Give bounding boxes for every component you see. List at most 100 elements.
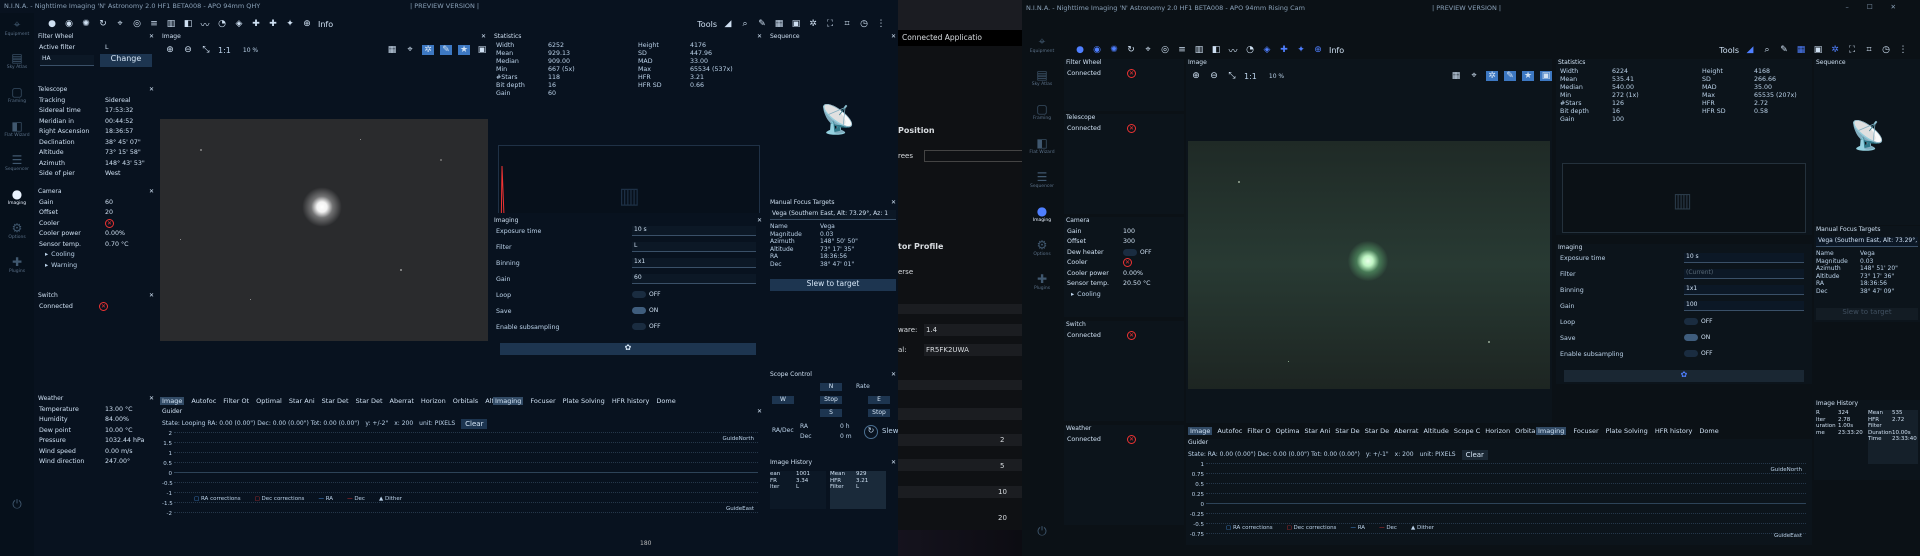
history-thumb-2[interactable]: Mean 535 HFR 2.72 Filter Duration 10.00s Ti… [1868,410,1918,464]
nav-imaging[interactable]: ● Imaging [0,183,34,217]
subsampling-toggle[interactable]: OFF [1684,350,1713,357]
zoom-out-icon[interactable]: ⊖ [182,45,194,55]
wand-icon[interactable]: ✎ [1504,71,1516,81]
nav-options[interactable]: ⚙ Options [1022,234,1062,268]
flat-icon[interactable]: ◧ [182,19,194,29]
slew-button[interactable]: Slew [882,427,898,435]
crop-icon[interactable]: ⛶ [824,19,836,29]
clear-button[interactable]: Clear [461,418,488,429]
safety-icon[interactable]: ◈ [1261,45,1273,55]
crosshair-icon[interactable]: ⌖ [1468,71,1480,81]
camera-icon[interactable]: ● [46,19,58,29]
image-canvas[interactable] [160,119,488,341]
more-icon[interactable]: ⋮ [875,19,887,29]
target-icon[interactable]: ▣ [1812,45,1824,55]
save-toggle[interactable]: ON [632,307,658,314]
tab-autofocus[interactable]: Autofoc [1217,427,1242,435]
grid-icon[interactable]: ▦ [386,45,398,55]
crop-icon[interactable]: ⛶ [1846,45,1858,55]
nav-framing[interactable]: ▢ Framing [1022,98,1062,132]
zoom-in-icon[interactable]: ⊕ [1190,71,1202,81]
close-icon[interactable]: ✕ [149,86,154,93]
filter-dropdown[interactable]: (Current) [1684,269,1804,279]
tab-image[interactable]: Image [1188,427,1213,435]
nav-equipment[interactable]: ⌖ Equipment [0,13,34,47]
tab-star-detection[interactable]: Star De [1335,427,1359,435]
filterwheel-icon[interactable]: ◉ [1091,45,1103,55]
tab-optimal[interactable]: Optima [1276,427,1300,435]
slew-to-target-button[interactable]: Slew to target [1816,308,1918,320]
dome-icon[interactable]: ◔ [1244,45,1256,55]
focus-icon[interactable]: ⌗ [1863,45,1875,55]
tab-filter-offset[interactable]: Filter O [1247,427,1270,435]
plugin-icon[interactable]: ✚ [250,19,262,29]
tab-star-detection[interactable]: Star Det [322,397,349,405]
sync-icon[interactable]: ↻ [864,425,878,439]
crosshair-icon[interactable]: ⌖ [404,45,416,55]
clear-button[interactable]: Clear [1461,449,1488,460]
gain-input[interactable]: 100 [1684,301,1804,311]
filter-select[interactable]: HA [40,54,94,66]
list-icon[interactable]: ≡ [148,19,160,29]
nav-options[interactable]: ⚙ Options [0,217,34,251]
capture-button[interactable]: ✿ [500,343,756,355]
polar-icon[interactable]: ✦ [284,19,296,29]
tab-dome[interactable]: Dome [1699,427,1718,435]
exposure-input[interactable]: 10 s [632,226,756,236]
tab-horizon[interactable]: Horizon [1485,427,1510,435]
tab-aberration[interactable]: Aberrat [390,397,414,405]
nav-sequencer[interactable]: ☰ Sequencer [0,149,34,183]
nav-equipment[interactable]: ⌖ Equipment [1022,30,1062,64]
rotator-icon[interactable]: ↻ [97,19,109,29]
south-button[interactable]: S [820,409,842,417]
autostretch-icon[interactable]: ✲ [1486,71,1498,81]
star-icon[interactable]: ★ [458,45,470,55]
search-icon[interactable]: ⌕ [739,19,751,29]
warning-expander[interactable]: ▸ Warning [36,260,156,271]
tools-label[interactable]: Tools [1719,46,1739,55]
history-icon[interactable]: ◷ [858,19,870,29]
rotator-icon[interactable]: ↻ [1125,45,1137,55]
y-scale-select[interactable]: y: +/-1" [1366,451,1389,458]
puzzle-toolbar-icon[interactable]: ✚ [267,19,279,29]
history-icon[interactable]: ◷ [1880,45,1892,55]
nav-sky-atlas[interactable]: ▤ Sky Atlas [1022,64,1062,98]
more-icon[interactable]: ⋮ [1897,45,1909,55]
zoom-in-icon[interactable]: ⊕ [164,45,176,55]
cooling-expander[interactable]: ▸ Cooling [1064,289,1184,300]
image-canvas[interactable] [1188,141,1550,389]
dome-icon[interactable]: ◔ [216,19,228,29]
close-icon[interactable]: ✕ [757,408,762,415]
history-thumb-2[interactable]: Mean 929 HFR 3.21 Filter L [830,471,886,509]
tab-autofocus[interactable]: Autofoc [191,397,216,405]
change-filter-button[interactable]: Change [100,53,152,67]
focus-icon[interactable]: ⌗ [841,19,853,29]
nav-plugins[interactable]: ✚ Plugins [0,251,34,285]
tab-filter-offset[interactable]: Filter Ot [223,397,249,405]
east-button[interactable]: E [868,396,890,404]
guider-icon[interactable]: ◎ [131,19,143,29]
north-button[interactable]: N [820,383,842,391]
power-button[interactable]: ⏻ [0,493,34,527]
settings-icon[interactable]: ✲ [807,19,819,29]
exposure-input[interactable]: 10 s [1684,253,1804,263]
capture-button[interactable]: ✿ [1564,370,1804,382]
nav-imaging[interactable]: ● Imaging [1022,200,1062,234]
weather-icon[interactable]: 〰 [1227,44,1239,57]
nav-sky-atlas[interactable]: ▤ Sky Atlas [0,47,34,81]
gain-input[interactable]: 60 [632,274,756,284]
stop-button-2[interactable]: Stop [868,409,890,417]
x-scale-select[interactable]: x: 200 [394,420,413,427]
tab-aberration[interactable]: Aberrat [1394,427,1418,435]
x-scale-select[interactable]: x: 200 [1395,451,1414,458]
degrees-input[interactable] [924,150,1024,162]
ruler-icon[interactable]: ◢ [722,19,734,29]
tools-label[interactable]: Tools [697,20,717,29]
nav-flat-wizard[interactable]: ◧ Flat Wizard [0,115,34,149]
camera-icon[interactable]: ● [1074,45,1086,55]
tab-image[interactable]: Image [160,397,185,405]
tab-imaging[interactable]: Imaging [493,397,524,405]
focus-target-select[interactable]: Vega (Southern East, Alt: 73.29°, Az: 1 [770,210,896,220]
nav-flat-wizard[interactable]: ◧ Flat Wizard [1022,132,1062,166]
info-label[interactable]: Info [318,20,333,29]
